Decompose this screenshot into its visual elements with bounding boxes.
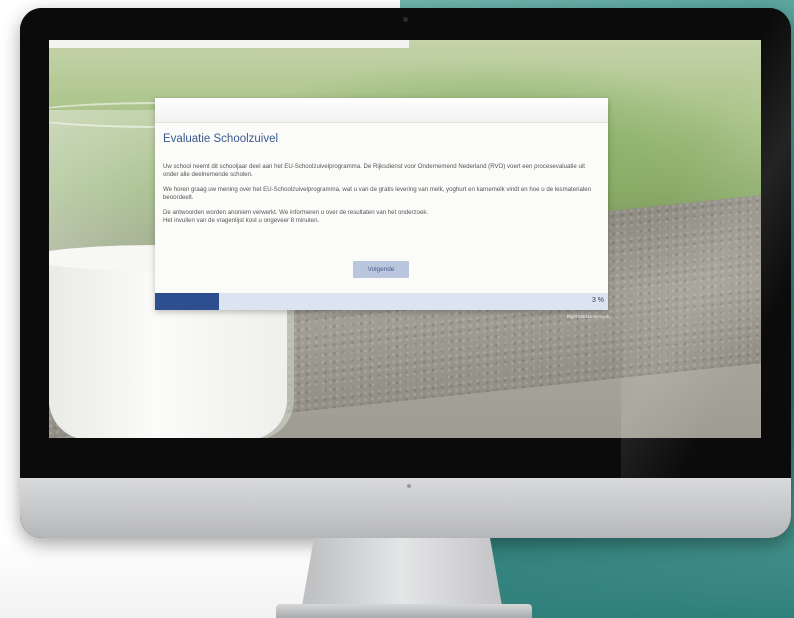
monitor-stand-base [276, 604, 532, 618]
monitor-chin [20, 478, 791, 538]
progress-bar: 3 % [155, 293, 608, 310]
intro-paragraph: De antwoorden worden anoniem verwerkt. W… [163, 209, 429, 217]
monitor: Evaluatie Schoolzuivel Uw school neemt d… [20, 8, 791, 538]
screen: Evaluatie Schoolzuivel Uw school neemt d… [49, 40, 761, 438]
intro-paragraph: Het invullen van de vragenlijst kost u o… [163, 217, 320, 225]
survey-dialog: Evaluatie Schoolzuivel Uw school neemt d… [155, 98, 608, 310]
monitor-bezel [20, 8, 791, 38]
survey-intro: Uw school neemt dit schooljaar deel aan … [163, 163, 600, 226]
progress-fill [155, 293, 219, 310]
dialog-header-bar [155, 98, 608, 123]
next-button[interactable]: Volgende [353, 261, 409, 278]
progress-label: 3 % [591, 297, 604, 304]
survey-title: Evaluatie Schoolzuivel [163, 133, 279, 145]
footer-brand: Right Marktonderzoek [566, 314, 609, 319]
camera-icon [403, 17, 408, 22]
browser-edge [49, 40, 409, 48]
apple-logo-icon [407, 484, 411, 488]
intro-paragraph: Uw school neemt dit schooljaar deel aan … [163, 163, 585, 179]
monitor-stand [302, 538, 502, 606]
intro-paragraph: We horen graag uw mening over het EU-Sch… [163, 186, 592, 202]
